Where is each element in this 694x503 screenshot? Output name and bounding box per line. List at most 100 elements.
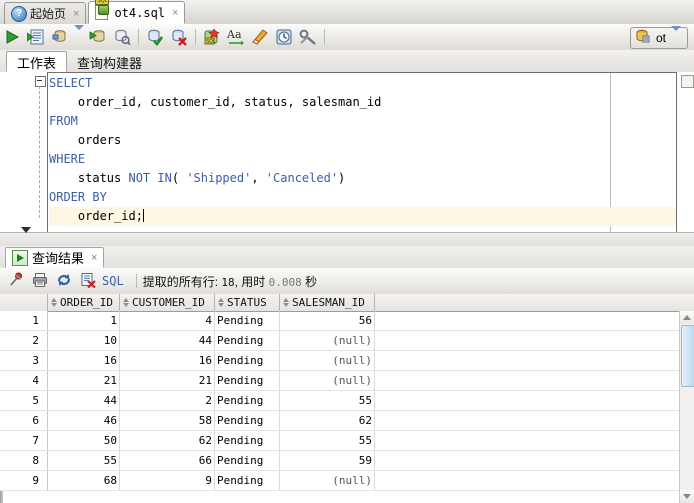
table-cell[interactable]: 16 [48,351,120,370]
table-row[interactable]: 75062Pending55 [0,431,694,451]
table-row[interactable]: 21044Pending(null) [0,331,694,351]
table-cell[interactable]: 44 [120,331,215,350]
code-fold-toggle[interactable] [35,76,46,87]
grid-vertical-scrollbar[interactable] [679,311,694,503]
editor-fold-gutter[interactable] [33,72,47,232]
table-cell[interactable]: Pending [215,471,280,490]
table-cell[interactable]: 9 [120,471,215,490]
editor-scroll-thumb[interactable] [681,75,694,88]
code-line[interactable]: WHERE [49,150,676,169]
query-builder-button[interactable] [296,25,320,49]
tab-query-result-close-icon[interactable]: × [91,252,97,264]
table-row[interactable]: 31616Pending(null) [0,351,694,371]
table-cell[interactable]: 1 [48,311,120,330]
sql-label[interactable]: SQL [102,274,124,288]
grid-scroll-down-button[interactable] [680,490,694,503]
code-line[interactable]: order_id, customer_id, status, salesman_… [49,93,676,112]
table-cell[interactable]: (null) [280,331,375,350]
table-cell[interactable]: 21 [48,371,120,390]
run-script-button[interactable] [24,25,48,49]
table-cell[interactable]: 46 [48,411,120,430]
code-line[interactable]: ORDER BY [49,188,676,207]
table-cell[interactable]: Pending [215,351,280,370]
grid-scroll-thumb[interactable] [681,325,694,387]
table-row[interactable]: 114Pending56 [0,311,694,331]
table-cell[interactable]: 59 [280,451,375,470]
clear-button[interactable] [248,25,272,49]
table-cell[interactable]: 56 [280,311,375,330]
sort-icon[interactable] [217,297,225,309]
history-clock-button[interactable] [272,25,296,49]
run-statement-button[interactable] [0,25,24,49]
table-cell[interactable]: 44 [48,391,120,410]
sort-icon[interactable] [122,297,130,309]
row-number[interactable]: 1 [0,311,48,330]
tab-query-result[interactable]: 查询结果 × [5,247,104,268]
table-cell[interactable]: (null) [280,471,375,490]
grid-column-header[interactable]: STATUS [215,294,280,311]
results-grid[interactable]: ORDER_IDCUSTOMER_IDSTATUSSALESMAN_ID 114… [0,294,694,503]
sort-icon[interactable] [282,297,290,309]
table-cell[interactable]: Pending [215,451,280,470]
table-cell[interactable]: 58 [120,411,215,430]
row-number[interactable]: 5 [0,391,48,410]
table-cell[interactable]: 62 [280,411,375,430]
tab-start-page-close-icon[interactable]: × [73,8,79,20]
pin-results-button[interactable] [4,270,28,292]
table-cell[interactable]: Pending [215,431,280,450]
sql-code[interactable]: SELECT order_id, customer_id, status, sa… [49,74,676,226]
row-number[interactable]: 4 [0,371,48,390]
rollback-button[interactable] [167,25,191,49]
grid-column-header[interactable]: SALESMAN_ID [280,294,375,311]
explain-plan-button[interactable] [48,25,72,49]
table-cell[interactable]: Pending [215,411,280,430]
chevron-down-icon[interactable] [671,31,681,45]
table-cell[interactable]: 21 [120,371,215,390]
row-number[interactable]: 6 [0,411,48,430]
connection-selector[interactable]: ot [630,27,688,49]
table-cell[interactable]: 66 [120,451,215,470]
table-cell[interactable]: Pending [215,391,280,410]
row-number[interactable]: 3 [0,351,48,370]
grid-column-header[interactable]: CUSTOMER_ID [120,294,215,311]
table-cell[interactable]: Pending [215,311,280,330]
tab-query-builder[interactable]: 查询构建器 [67,51,152,72]
table-row[interactable]: 5442Pending55 [0,391,694,411]
table-cell[interactable]: 55 [48,451,120,470]
table-cell[interactable]: 55 [280,431,375,450]
commit-button[interactable] [143,25,167,49]
sql-editor[interactable]: SELECT order_id, customer_id, status, sa… [0,72,694,232]
autotrace-button[interactable] [86,25,110,49]
tab-start-page[interactable]: ? 起始页 × [4,2,86,24]
splitter-down-icon[interactable] [21,233,31,247]
row-number[interactable]: 9 [0,471,48,490]
table-row[interactable]: 64658Pending62 [0,411,694,431]
table-cell[interactable]: Pending [215,331,280,350]
print-results-button[interactable] [28,270,52,292]
row-number[interactable]: 2 [0,331,48,350]
tab-ot4-sql-close-icon[interactable]: × [172,7,178,19]
splitter-up-icon[interactable] [8,233,18,247]
unshared-worksheet-button[interactable]: SQL [200,25,224,49]
table-cell[interactable]: 10 [48,331,120,350]
code-line[interactable]: status NOT IN( 'Shipped', 'Canceled') [49,169,676,188]
row-number[interactable]: 7 [0,431,48,450]
to-upper-lower-button[interactable]: Aa [224,25,248,49]
table-cell[interactable]: (null) [280,371,375,390]
tab-ot4-sql[interactable]: SQL ot4.sql × [88,1,185,24]
explain-plan-dropdown[interactable] [72,25,86,49]
grid-body[interactable]: 114Pending5621044Pending(null)31616Pendi… [0,311,694,503]
table-cell[interactable]: 68 [48,471,120,490]
table-cell[interactable]: 62 [120,431,215,450]
table-cell[interactable]: 55 [280,391,375,410]
table-row[interactable]: 42121Pending(null) [0,371,694,391]
code-line[interactable]: order_id; [49,207,676,226]
row-number[interactable]: 8 [0,451,48,470]
table-cell[interactable]: 16 [120,351,215,370]
table-row[interactable]: 9689Pending(null) [0,471,694,491]
delete-row-button[interactable] [76,270,100,292]
table-cell[interactable]: 4 [120,311,215,330]
grid-column-header[interactable]: ORDER_ID [48,294,120,311]
code-line[interactable]: FROM [49,112,676,131]
refresh-results-button[interactable] [52,270,76,292]
